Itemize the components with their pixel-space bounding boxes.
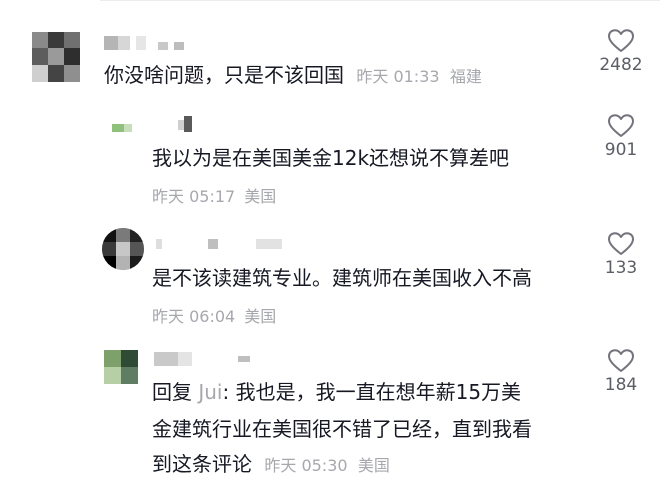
reply-to-username[interactable]: Jui bbox=[198, 380, 222, 404]
like-button[interactable]: 184 bbox=[591, 349, 651, 395]
like-button[interactable]: 901 bbox=[591, 114, 651, 160]
username-blurred[interactable] bbox=[152, 352, 262, 366]
comment-meta: 昨天 05:17 美国 bbox=[152, 183, 276, 207]
comment-location: 美国 bbox=[244, 307, 277, 326]
top-divider bbox=[100, 0, 660, 1]
comment-text-line2: 金建筑行业在美国很不错了已经，直到我看 bbox=[152, 417, 532, 441]
comment-text-line3-row: 到这条评论 昨天 05:30 美国 bbox=[152, 448, 390, 482]
like-button[interactable]: 2482 bbox=[591, 29, 651, 75]
comment-location: 美国 bbox=[357, 456, 390, 475]
username-blurred[interactable] bbox=[104, 36, 194, 50]
heart-outline-icon bbox=[608, 114, 634, 137]
avatar[interactable] bbox=[32, 32, 80, 82]
comment-text-line1: 我也是，我一直在想年薪15万美 bbox=[235, 380, 522, 404]
comment-text: 我以为是在美国美金12k还想说不算差吧 bbox=[152, 146, 510, 170]
comment-location: 福建 bbox=[449, 67, 482, 86]
comment-text: 回复 Jui: 我也是，我一直在想年薪15万美 bbox=[152, 376, 521, 408]
comment-meta: 昨天 06:04 美国 bbox=[152, 303, 276, 327]
heart-outline-icon bbox=[608, 349, 634, 372]
comment-text-line3: 到这条评论 bbox=[152, 452, 252, 476]
like-count: 2482 bbox=[599, 55, 643, 75]
reply-colon: : bbox=[222, 380, 230, 404]
comment-text: 你没啥问题，只是不该回国 昨天 01:33 福建 bbox=[104, 63, 482, 87]
like-count: 901 bbox=[604, 140, 638, 160]
avatar[interactable] bbox=[104, 118, 138, 134]
comment-time: 昨天 05:17 bbox=[152, 187, 236, 206]
like-count: 184 bbox=[604, 375, 638, 395]
like-count: 133 bbox=[604, 258, 638, 278]
like-button[interactable]: 133 bbox=[591, 232, 651, 278]
comment-location: 美国 bbox=[244, 187, 277, 206]
comment-time: 昨天 06:04 bbox=[152, 307, 236, 326]
comment-time: 昨天 01:33 bbox=[356, 67, 440, 86]
avatar[interactable] bbox=[102, 228, 144, 270]
avatar[interactable] bbox=[104, 350, 138, 384]
username-blurred[interactable] bbox=[176, 116, 200, 132]
comment-text: 是不该读建筑专业。建筑师在美国收入不高 bbox=[152, 266, 532, 290]
heart-outline-icon bbox=[608, 232, 634, 255]
reply-prefix: 回复 bbox=[152, 380, 192, 404]
username-blurred[interactable] bbox=[152, 239, 282, 249]
heart-outline-icon bbox=[608, 29, 634, 52]
comment-time: 昨天 05:30 bbox=[264, 456, 348, 475]
